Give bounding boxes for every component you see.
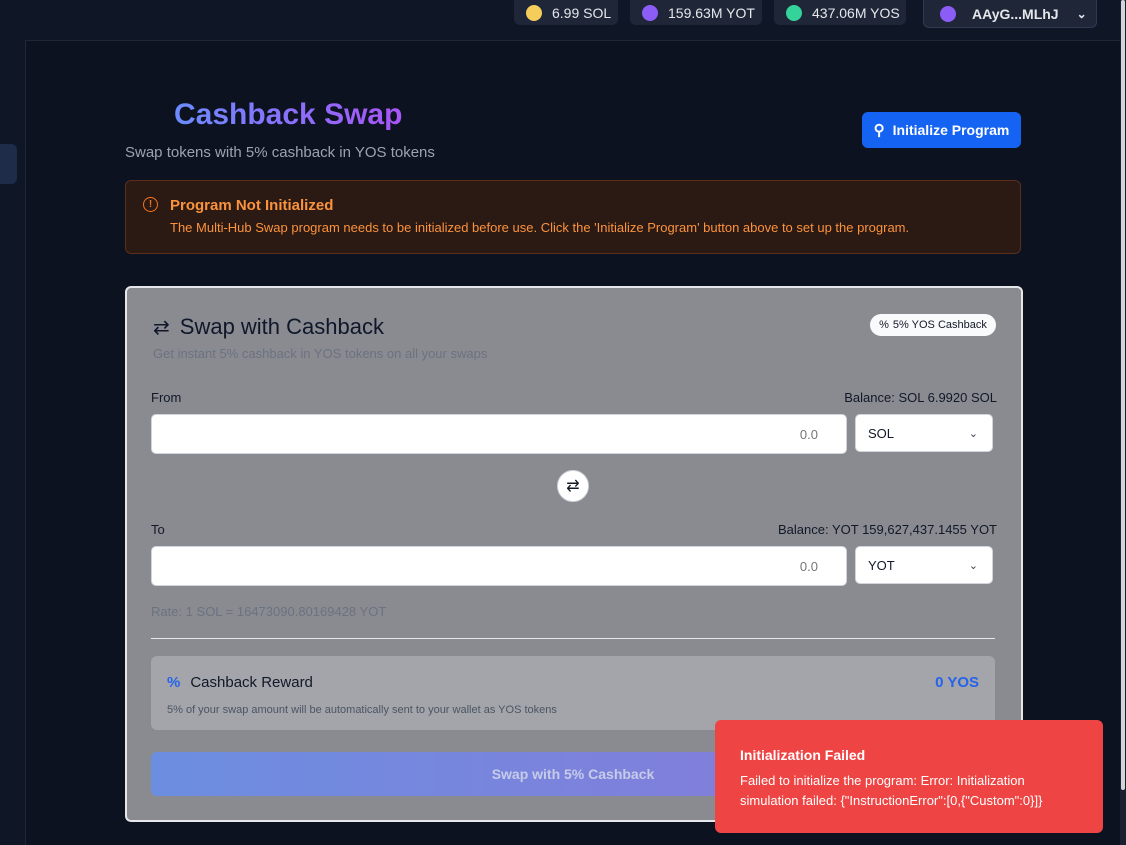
yos-token-icon	[786, 4, 802, 21]
to-label: To	[151, 522, 165, 537]
sol-token-icon	[526, 4, 542, 21]
cashback-title: % Cashback Reward	[167, 674, 313, 691]
page-title: Cashback Swap	[174, 98, 403, 131]
alert-title: Program Not Initialized	[170, 197, 334, 214]
sidebar-active-item[interactable]	[0, 144, 17, 184]
chevron-down-icon: ⌄	[968, 427, 978, 440]
initialize-program-label: Initialize Program	[892, 122, 1010, 138]
from-amount-input[interactable]	[152, 415, 846, 453]
key-icon: ⚲	[873, 122, 885, 139]
sol-balance-chip: 6.99 SOL	[514, 0, 618, 25]
scrollbar[interactable]	[1120, 0, 1126, 845]
yot-balance: 159.63M YOT	[668, 4, 755, 21]
toast-message: Failed to initialize the program: Error:…	[740, 773, 1043, 808]
card-title-label: Swap with Cashback	[179, 314, 384, 339]
error-toast[interactable]: Initialization Failed Failed to initiali…	[715, 720, 1103, 833]
chevron-down-icon: ⌄	[968, 559, 978, 572]
not-initialized-alert: ! Program Not Initialized The Multi-Hub …	[125, 180, 1021, 254]
flip-tokens-button[interactable]: ⇄	[557, 470, 589, 502]
initialize-program-button[interactable]: ⚲ Initialize Program	[862, 112, 1021, 148]
from-balance: Balance: SOL 6.9920 SOL	[844, 390, 997, 405]
divider	[151, 638, 995, 639]
info-icon: !	[143, 197, 158, 212]
scrollbar-thumb[interactable]	[1121, 0, 1125, 790]
cashback-badge-label: 5% YOS Cashback	[892, 319, 987, 331]
cashback-title-label: Cashback Reward	[190, 674, 313, 691]
top-bar: 6.99 SOL 159.63M YOT 437.06M YOS AAyG...…	[0, 0, 1126, 41]
to-token-select[interactable]: YOT ⌄	[855, 546, 993, 584]
toast-title: Initialization Failed	[740, 747, 866, 763]
alert-message: The Multi-Hub Swap program needs to be i…	[170, 220, 910, 235]
card-subtitle: Get instant 5% cashback in YOS tokens on…	[153, 346, 488, 361]
to-amount-input[interactable]	[152, 547, 846, 585]
from-amount-field[interactable]	[151, 414, 847, 454]
wallet-button[interactable]: AAyG...MLhJ ⌄	[923, 0, 1097, 28]
exchange-rate: Rate: 1 SOL = 16473090.80169428 YOT	[151, 604, 387, 619]
wallet-address: AAyG...MLhJ	[972, 5, 1059, 22]
cashback-reward-panel: % Cashback Reward 0 YOS 5% of your swap …	[151, 656, 995, 730]
to-balance: Balance: YOT 159,627,437.1455 YOT	[778, 522, 997, 537]
yot-balance-chip: 159.63M YOT	[630, 0, 762, 25]
percent-icon: %	[167, 674, 181, 691]
to-amount-field[interactable]	[151, 546, 847, 586]
cashback-note: 5% of your swap amount will be automatic…	[167, 704, 557, 716]
from-token-value: SOL	[868, 425, 895, 441]
cashback-badge: % 5% YOS Cashback	[870, 314, 996, 336]
sol-balance: 6.99 SOL	[552, 4, 612, 21]
yos-balance: 437.06M YOS	[812, 4, 900, 21]
chevron-down-icon: ⌄	[1076, 6, 1087, 21]
cashback-amount: 0 YOS	[935, 674, 979, 691]
page-subtitle: Swap tokens with 5% cashback in YOS toke…	[125, 144, 435, 161]
from-token-select[interactable]: SOL ⌄	[855, 414, 993, 452]
sidebar	[0, 40, 26, 845]
card-title: ⇄ Swap with Cashback	[153, 314, 384, 340]
percent-icon: %	[879, 319, 889, 331]
wallet-avatar-icon	[940, 5, 956, 22]
to-token-value: YOT	[868, 557, 895, 573]
yos-balance-chip: 437.06M YOS	[774, 0, 906, 25]
swap-direction-icon: ⇄	[566, 478, 580, 495]
swap-arrows-icon: ⇄	[153, 316, 170, 339]
from-label: From	[151, 390, 182, 405]
yot-token-icon	[642, 4, 658, 21]
